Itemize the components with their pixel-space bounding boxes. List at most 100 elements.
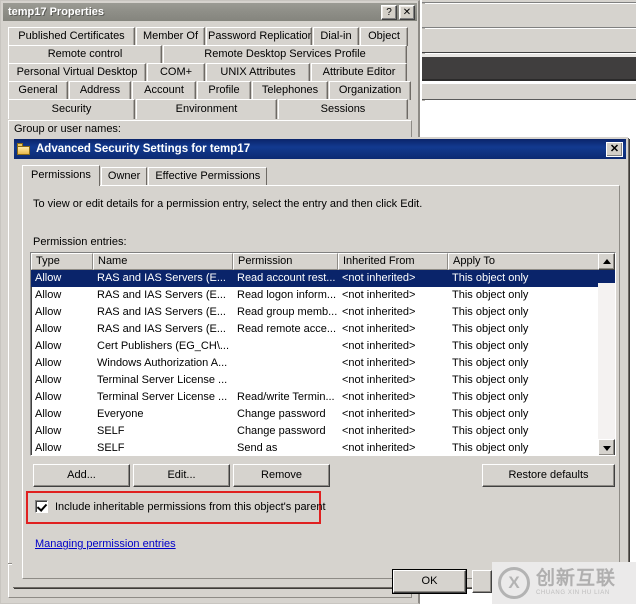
tab-remote-control[interactable]: Remote control bbox=[8, 45, 162, 64]
watermark: 创新互联 CHUANG XIN HU LIAN bbox=[492, 562, 636, 604]
table-row[interactable]: Allow RAS and IAS Servers (E... Read log… bbox=[31, 287, 615, 304]
tab-general[interactable]: General bbox=[8, 81, 68, 100]
cell-name: Everyone bbox=[97, 408, 144, 420]
watermark-pinyin: CHUANG XIN HU LIAN bbox=[536, 590, 610, 597]
tab-organization[interactable]: Organization bbox=[329, 81, 411, 100]
tab-owner[interactable]: Owner bbox=[100, 167, 148, 186]
watermark-chinese: 创新互联 bbox=[536, 567, 617, 590]
managing-permission-entries-link[interactable]: Managing permission entries bbox=[35, 538, 176, 550]
table-row[interactable]: Allow Everyone Change password <not inhe… bbox=[31, 406, 615, 423]
cell-name: Terminal Server License ... bbox=[97, 374, 228, 386]
tab-personal-virtual-desktop[interactable]: Personal Virtual Desktop bbox=[8, 63, 146, 82]
dialog-tab-strip: Permissions Owner Effective Permissions bbox=[22, 165, 268, 186]
column-header-apply-to[interactable]: Apply To bbox=[448, 253, 600, 270]
table-row[interactable]: Allow Terminal Server License ... <not i… bbox=[31, 372, 615, 389]
cell-permission: Read account rest... bbox=[237, 272, 336, 284]
cell-inherited: <not inherited> bbox=[342, 408, 416, 420]
cell-permission: Change password bbox=[237, 408, 326, 420]
cell-inherited: <not inherited> bbox=[342, 272, 416, 284]
background-band bbox=[422, 4, 636, 28]
vertical-scrollbar[interactable] bbox=[598, 253, 615, 455]
table-row[interactable]: Allow RAS and IAS Servers (E... Read acc… bbox=[31, 270, 615, 287]
cell-inherited: <not inherited> bbox=[342, 306, 416, 318]
add-button[interactable]: Add... bbox=[33, 464, 130, 487]
table-row[interactable]: Allow RAS and IAS Servers (E... Read gro… bbox=[31, 304, 615, 321]
edit-button[interactable]: Edit... bbox=[133, 464, 230, 487]
column-header-name[interactable]: Name bbox=[93, 253, 233, 270]
table-body: Allow RAS and IAS Servers (E... Read acc… bbox=[31, 270, 615, 455]
column-header-type[interactable]: Type bbox=[31, 253, 93, 270]
restore-defaults-button[interactable]: Restore defaults bbox=[482, 464, 615, 487]
include-inheritable-permissions-row[interactable]: Include inheritable permissions from thi… bbox=[35, 500, 326, 513]
include-inheritable-permissions-label: Include inheritable permissions from thi… bbox=[55, 500, 326, 513]
cell-permission bbox=[233, 355, 338, 372]
cell-apply-to: This object only bbox=[452, 425, 529, 437]
table-row[interactable]: Allow SELF Change password <not inherite… bbox=[31, 423, 615, 440]
tab-security[interactable]: Security bbox=[8, 99, 135, 119]
cell-inherited: <not inherited> bbox=[342, 374, 416, 386]
permission-entries-table[interactable]: Type Name Permission Inherited From Appl… bbox=[30, 252, 616, 456]
tab-address[interactable]: Address bbox=[69, 81, 131, 100]
column-header-permission[interactable]: Permission bbox=[233, 253, 338, 270]
cell-apply-to: This object only bbox=[452, 391, 529, 403]
cell-name: SELF bbox=[97, 425, 125, 437]
ok-button[interactable]: OK bbox=[393, 570, 466, 593]
tab-com-plus[interactable]: COM+ bbox=[147, 63, 205, 82]
table-row[interactable]: Allow RAS and IAS Servers (E... Read rem… bbox=[31, 321, 615, 338]
cell-apply-to: This object only bbox=[452, 340, 529, 352]
window-titlebar[interactable]: temp17 Properties ? ✕ bbox=[3, 3, 417, 21]
table-row[interactable]: Allow Terminal Server License ... Read/w… bbox=[31, 389, 615, 406]
tab-dial-in[interactable]: Dial-in bbox=[313, 27, 359, 46]
background-band bbox=[422, 29, 636, 53]
tab-row: Remote control Remote Desktop Services P… bbox=[8, 45, 412, 64]
tab-remote-desktop-services-profile[interactable]: Remote Desktop Services Profile bbox=[163, 45, 407, 64]
tab-environment[interactable]: Environment bbox=[136, 99, 277, 119]
include-inheritable-permissions-checkbox[interactable] bbox=[35, 500, 48, 513]
tab-attribute-editor[interactable]: Attribute Editor bbox=[311, 63, 407, 82]
cell-type: Allow bbox=[35, 323, 62, 335]
cell-apply-to: This object only bbox=[452, 272, 529, 284]
scrollbar-track[interactable] bbox=[598, 270, 615, 439]
dialog-title: Advanced Security Settings for temp17 bbox=[36, 143, 251, 155]
cell-name: RAS and IAS Servers (E... bbox=[97, 323, 226, 335]
cell-inherited: <not inherited> bbox=[342, 340, 416, 352]
cell-type: Allow bbox=[35, 306, 62, 318]
cell-apply-to: This object only bbox=[452, 289, 529, 301]
tab-password-replication[interactable]: Password Replication bbox=[206, 27, 312, 46]
help-button[interactable]: ? bbox=[381, 4, 397, 20]
cell-permission: Read/write Termin... bbox=[237, 391, 335, 403]
tab-unix-attributes[interactable]: UNIX Attributes bbox=[206, 63, 310, 82]
background-band bbox=[422, 57, 636, 79]
cell-permission: Read group memb... bbox=[237, 306, 338, 318]
tab-object[interactable]: Object bbox=[360, 27, 408, 46]
window-title: temp17 Properties bbox=[8, 6, 104, 18]
remove-button[interactable]: Remove bbox=[233, 464, 330, 487]
cell-type: Allow bbox=[35, 272, 62, 284]
scrollbar-thumb[interactable] bbox=[598, 270, 615, 283]
tab-published-certificates[interactable]: Published Certificates bbox=[8, 27, 135, 46]
dialog-titlebar[interactable]: Advanced Security Settings for temp17 ✕ bbox=[14, 139, 626, 159]
tab-account[interactable]: Account bbox=[132, 81, 196, 100]
close-icon[interactable]: ✕ bbox=[606, 141, 623, 157]
tab-permissions[interactable]: Permissions bbox=[22, 165, 100, 186]
close-icon[interactable]: ✕ bbox=[399, 4, 415, 20]
tab-sessions[interactable]: Sessions bbox=[278, 99, 408, 119]
scroll-down-icon[interactable] bbox=[598, 439, 615, 455]
tab-telephones[interactable]: Telephones bbox=[252, 81, 328, 100]
cell-permission: Change password bbox=[237, 425, 326, 437]
cell-permission: Read logon inform... bbox=[237, 289, 337, 301]
table-row[interactable]: Allow Windows Authorization A... <not in… bbox=[31, 355, 615, 372]
scroll-up-icon[interactable] bbox=[598, 253, 615, 270]
table-row[interactable]: Allow Cert Publishers (EG_CH\... <not in… bbox=[31, 338, 615, 355]
table-row[interactable]: Allow SELF Send as <not inherited> This … bbox=[31, 440, 615, 455]
cell-type: Allow bbox=[35, 374, 62, 386]
cell-permission bbox=[233, 338, 338, 355]
cancel-button-partial[interactable] bbox=[472, 570, 492, 593]
tab-strip: Published Certificates Member Of Passwor… bbox=[8, 27, 412, 119]
tab-profile[interactable]: Profile bbox=[197, 81, 251, 100]
column-header-inherited-from[interactable]: Inherited From bbox=[338, 253, 448, 270]
tab-member-of[interactable]: Member Of bbox=[136, 27, 205, 46]
background-band bbox=[422, 0, 636, 3]
tab-effective-permissions[interactable]: Effective Permissions bbox=[148, 167, 268, 186]
cell-type: Allow bbox=[35, 357, 62, 369]
